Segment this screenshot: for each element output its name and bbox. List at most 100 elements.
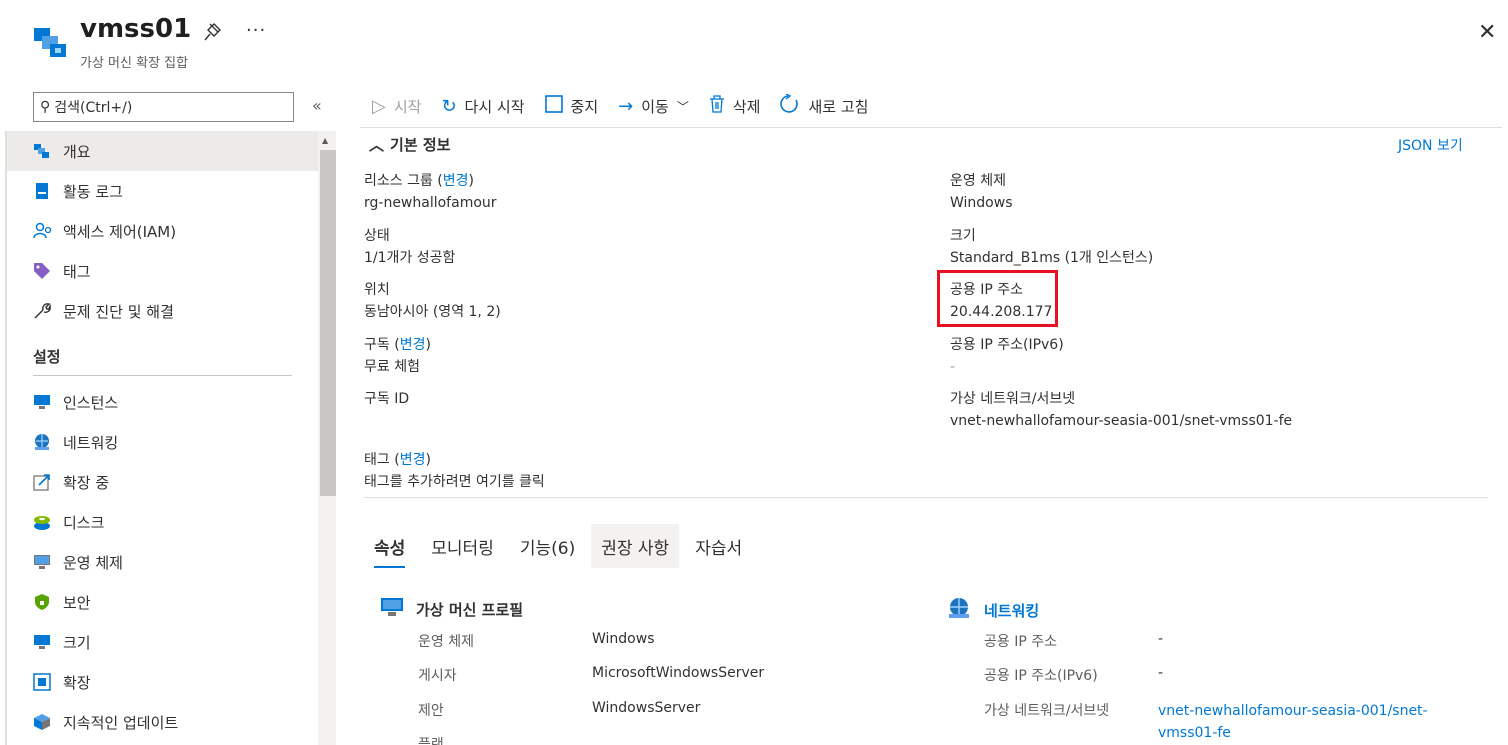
sidebar-item-extensions[interactable]: 확장 xyxy=(7,662,318,702)
sidebar-item-iam[interactable]: 액세스 제어(IAM) xyxy=(7,211,318,251)
more-options-button[interactable]: ··· xyxy=(246,20,266,41)
sidebar-item-networking[interactable]: 네트워킹 xyxy=(7,422,318,462)
sidebar-item-label: 지속적인 업데이트 xyxy=(63,713,179,732)
sidebar-item-label: 활동 로그 xyxy=(63,182,123,201)
subscription-id-field: 구독 ID xyxy=(364,388,409,410)
public-ip-highlight-box xyxy=(937,270,1058,327)
sidebar-scrollbar-thumb[interactable] xyxy=(320,150,336,496)
sidebar-item-size[interactable]: 크기 xyxy=(7,622,318,662)
extensions-icon xyxy=(33,673,51,691)
pin-icon[interactable] xyxy=(204,22,222,47)
sidebar-item-label: 태그 xyxy=(63,262,91,281)
sidebar-item-label: 인스턴스 xyxy=(63,393,119,412)
sidebar-item-label: 보안 xyxy=(63,593,91,612)
vm-icon xyxy=(380,597,404,621)
net-vnet-label: 가상 네트워크/서브넷 xyxy=(984,703,1110,719)
networking-icon xyxy=(33,433,51,451)
sidebar-item-label: 액세스 제어(IAM) xyxy=(63,222,177,241)
field-label: 공용 IP 주소(IPv6) xyxy=(950,337,1064,353)
vm-profile-heading: 가상 머신 프로필 xyxy=(380,597,523,621)
sidebar-item-overview[interactable]: 개요 xyxy=(7,131,318,171)
vnet-field: 가상 네트워크/서브넷 vnet-newhallofamour-seasia-0… xyxy=(950,388,1292,432)
sidebar-item-continuous-update[interactable]: 지속적인 업데이트 xyxy=(7,702,318,742)
networking-icon xyxy=(946,597,972,623)
subscription-link[interactable]: 무료 체험 xyxy=(364,359,420,375)
restart-icon: ↻ xyxy=(441,95,457,117)
tab-recommendations[interactable]: 권장 사항 xyxy=(591,524,680,568)
sidebar-item-activity-log[interactable]: 활동 로그 xyxy=(7,171,318,211)
vm-offer-label: 제안 xyxy=(418,703,444,719)
net-vnet-value-line1: vnet-newhallofamour-seasia-001/snet- xyxy=(1158,703,1428,719)
sidebar-item-security[interactable]: 보안 xyxy=(7,582,318,622)
public-ipv6-field: 공용 IP 주소(IPv6) - xyxy=(950,334,1064,378)
collapse-sidebar-button[interactable]: « xyxy=(312,96,322,115)
sidebar-item-diagnose[interactable]: 문제 진단 및 해결 xyxy=(7,291,318,331)
tab-tutorials[interactable]: 자습서 xyxy=(685,524,752,568)
essentials-divider xyxy=(364,497,1488,498)
tab-capabilities[interactable]: 기능(6) xyxy=(510,524,585,568)
vm-publisher-value: MicrosoftWindowsServer xyxy=(592,665,765,681)
net-public-ipv6-label: 공용 IP 주소(IPv6) xyxy=(984,668,1098,684)
section-divider xyxy=(33,375,292,376)
close-icon[interactable]: ✕ xyxy=(1478,20,1496,45)
refresh-icon xyxy=(780,92,800,119)
stop-label: 중지 xyxy=(570,97,599,116)
vm-plan-label: 플랜 xyxy=(418,737,444,745)
field-label: 구독 ID xyxy=(364,391,410,407)
sidebar: 개요 활동 로그 액세스 제어(IAM) 태그 문제 진단 및 해결 설정 인스… xyxy=(7,131,318,745)
sidebar-item-disks[interactable]: 디스크 xyxy=(7,502,318,542)
net-vnet-link[interactable]: vnet-newhallofamour-seasia-001/snet-vmss… xyxy=(1158,700,1428,744)
tab-properties[interactable]: 속성 xyxy=(364,524,415,568)
add-tags-link[interactable]: 태그를 추가하려면 여기를 클릭 xyxy=(364,474,545,490)
field-label: 리소스 그룹 xyxy=(364,173,433,189)
vnet-link[interactable]: vnet-newhallofamour-seasia-001/snet-vmss… xyxy=(950,413,1292,429)
networking-link[interactable]: 네트워킹 xyxy=(984,600,1039,621)
shield-icon xyxy=(33,593,51,611)
vm-profile-title: 가상 머신 프로필 xyxy=(416,600,524,619)
stop-icon xyxy=(544,94,563,118)
sidebar-item-scaling[interactable]: 확장 중 xyxy=(7,462,318,502)
change-resource-group-link[interactable]: 변경 xyxy=(443,173,469,189)
sidebar-item-label: 네트워킹 xyxy=(63,433,119,452)
start-button[interactable]: ▷ 시작 xyxy=(372,96,421,117)
page-subtitle: 가상 머신 확장 집합 xyxy=(80,56,189,71)
detail-tabs: 속성 모니터링 기능(6) 권장 사항 자습서 xyxy=(364,524,758,568)
chevron-down-icon: ﹀ xyxy=(676,99,689,114)
delete-label: 삭제 xyxy=(732,97,761,116)
os-field: 운영 체제 Windows xyxy=(950,170,1013,214)
vm-offer-value: WindowsServer xyxy=(592,700,701,716)
sidebar-item-tags[interactable]: 태그 xyxy=(7,251,318,291)
net-vnet-value-line2: vmss01-fe xyxy=(1158,725,1231,741)
sidebar-item-instances[interactable]: 인스턴스 xyxy=(7,382,318,422)
json-view-link[interactable]: JSON 보기 xyxy=(1398,135,1463,155)
field-label: 운영 체제 xyxy=(950,173,1006,189)
sidebar-item-label: 운영 체제 xyxy=(63,553,123,572)
field-label: 상태 xyxy=(364,228,390,244)
refresh-button[interactable]: 새로 고침 xyxy=(780,92,869,119)
scaling-icon xyxy=(33,473,51,491)
arrow-right-icon: → xyxy=(618,95,634,117)
move-button[interactable]: → 이동 ﹀ xyxy=(618,96,689,117)
change-tags-link[interactable]: 변경 xyxy=(400,452,426,468)
sidebar-item-label: 개요 xyxy=(63,142,91,161)
field-label: 가상 네트워크/서브넷 xyxy=(950,391,1076,407)
stop-button[interactable]: 중지 xyxy=(544,94,599,118)
vmss-icon xyxy=(32,24,72,64)
continuous-update-icon xyxy=(33,713,51,731)
resource-group-link[interactable]: rg-newhallofamour xyxy=(364,195,497,211)
size-field: 크기 Standard_B1ms (1개 인스턴스) xyxy=(950,225,1153,269)
refresh-label: 새로 고침 xyxy=(808,97,869,116)
field-label: 위치 xyxy=(364,282,390,298)
search-input[interactable]: ⚲ 검색(Ctrl+/) xyxy=(33,92,294,122)
scroll-up-arrow-icon[interactable]: ▲ xyxy=(322,136,328,145)
tab-monitoring[interactable]: 모니터링 xyxy=(421,524,504,568)
net-public-ip-value: - xyxy=(1158,631,1164,647)
delete-button[interactable]: 삭제 xyxy=(709,94,761,118)
change-subscription-link[interactable]: 변경 xyxy=(400,337,426,353)
essentials-toggle[interactable]: ︿ 기본 정보 xyxy=(369,134,450,155)
os-icon xyxy=(33,553,51,571)
play-icon: ▷ xyxy=(372,95,386,117)
sidebar-item-os[interactable]: 운영 체제 xyxy=(7,542,318,582)
field-label: 크기 xyxy=(950,228,976,244)
restart-button[interactable]: ↻ 다시 시작 xyxy=(441,96,524,117)
